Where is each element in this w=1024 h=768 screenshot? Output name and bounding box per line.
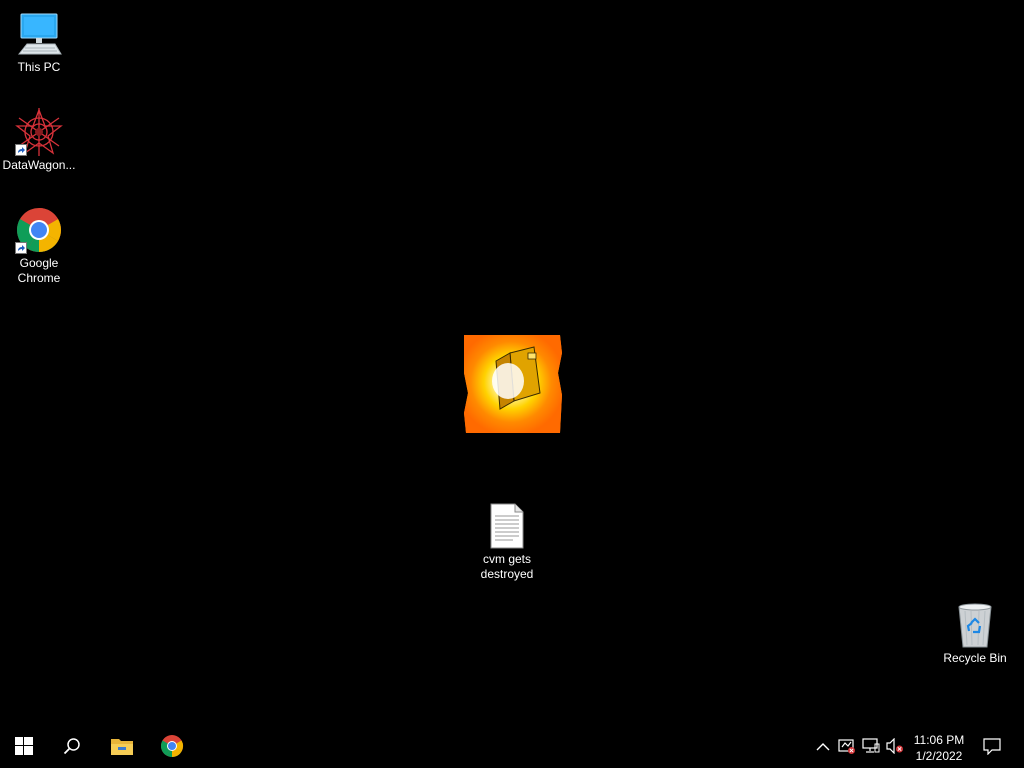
file-explorer-icon	[110, 736, 134, 761]
desktop-icon-label: Google Chrome	[17, 256, 61, 285]
taskbar: 11:06 PM 1/2/2022	[0, 728, 1024, 768]
tray-security[interactable]	[835, 728, 859, 768]
desktop-icon-text-file[interactable]: cvm gets destroyed	[469, 502, 545, 582]
shortcut-arrow-icon	[15, 144, 27, 156]
desktop-icon-label: cvm gets destroyed	[480, 552, 534, 581]
tray-network[interactable]	[859, 728, 883, 768]
network-icon	[862, 737, 880, 759]
desktop-icon-google-chrome[interactable]: Google Chrome	[1, 206, 77, 286]
desktop-icon-recycle-bin[interactable]: Recycle Bin	[937, 601, 1013, 666]
start-button[interactable]	[0, 728, 48, 768]
volume-muted-icon	[886, 737, 904, 759]
search-button[interactable]	[48, 728, 96, 768]
windows-start-icon	[15, 736, 33, 760]
computer-icon	[15, 10, 63, 58]
action-center-button[interactable]	[980, 728, 1004, 768]
recycle-bin-icon	[951, 601, 999, 649]
chrome-icon	[15, 206, 63, 254]
desktop-icon-label: Recycle Bin	[943, 651, 1007, 665]
clock-time: 11:06 PM	[913, 733, 965, 747]
clock-date: 1/2/2022	[915, 749, 963, 763]
text-document-icon	[483, 502, 531, 550]
taskbar-clock[interactable]: 11:06 PM 1/2/2022	[904, 728, 974, 768]
desktop-icon-label: DataWagon...	[2, 158, 76, 172]
chevron-up-icon	[816, 739, 830, 757]
shortcut-arrow-icon	[15, 242, 27, 254]
search-icon	[63, 737, 81, 760]
show-hidden-icons-button[interactable]	[811, 728, 835, 768]
desktop[interactable]: This PC DataWagon... Google Chrome cvm g…	[0, 0, 1024, 728]
desktop-icon-this-pc[interactable]: This PC	[1, 10, 77, 75]
notification-icon	[983, 737, 1001, 760]
desktop-icon-datawagon[interactable]: DataWagon...	[1, 108, 77, 173]
security-icon	[838, 737, 856, 760]
desktop-icon-label: This PC	[17, 60, 61, 74]
datawagon-icon	[15, 108, 63, 156]
chrome-icon	[160, 734, 184, 763]
taskbar-file-explorer[interactable]	[98, 728, 146, 768]
taskbar-chrome[interactable]	[148, 728, 196, 768]
burning-server-image[interactable]	[462, 333, 564, 434]
